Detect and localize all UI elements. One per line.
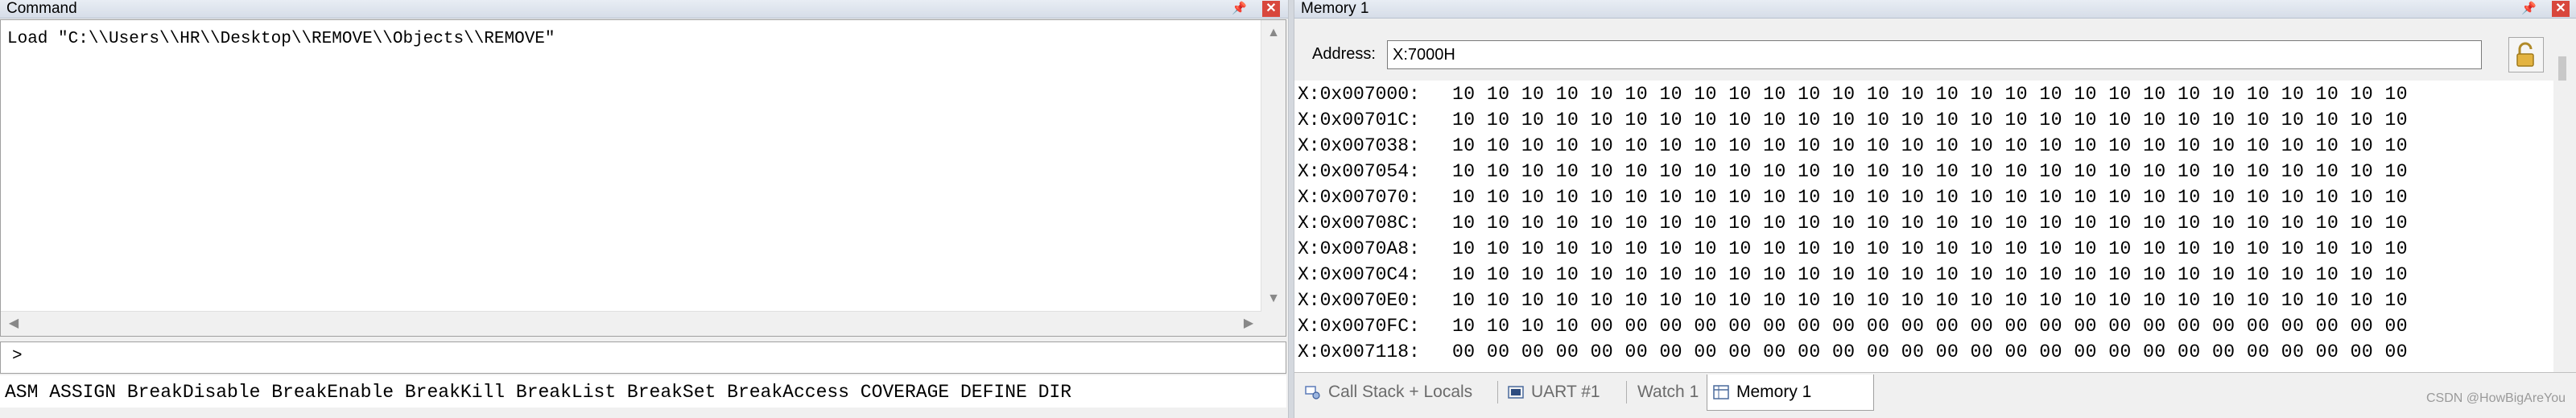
scroll-right-icon[interactable]: ▶: [1239, 314, 1258, 333]
memory-bytes[interactable]: 10 10 10 10 10 10 10 10 10 10 10 10 10 1…: [1452, 84, 2408, 105]
memory-address: X:0x007054:: [1298, 161, 1420, 182]
scroll-left-icon[interactable]: ◀: [4, 314, 23, 333]
horizontal-scrollbar[interactable]: ◀ ▶: [1, 311, 1261, 336]
memory-row: X:0x007038: 10 10 10 10 10 10 10 10 10 10…: [1294, 132, 2553, 158]
tab-call-stack[interactable]: Call Stack + Locals: [1299, 375, 1492, 410]
memory-icon: [1713, 385, 1729, 399]
memory-vertical-scrollbar[interactable]: [2555, 32, 2573, 370]
memory-row: X:0x00708C: 10 10 10 10 10 10 10 10 10 10…: [1294, 209, 2553, 235]
address-input[interactable]: [1387, 40, 2482, 69]
memory-title: Memory 1: [1301, 0, 1369, 17]
memory-address: X:0x007000:: [1298, 84, 1420, 105]
memory-address: X:0x0070A8:: [1298, 238, 1420, 259]
scroll-up-icon[interactable]: ▲: [1264, 23, 1283, 43]
command-titlebar: Command 📌 ✕: [0, 0, 1288, 19]
tab-separator: [1497, 381, 1498, 404]
memory-address: X:0x0070FC:: [1298, 316, 1420, 337]
memory-row: X:0x007070: 10 10 10 10 10 10 10 10 10 10…: [1294, 184, 2553, 209]
scroll-down-icon[interactable]: ▼: [1264, 289, 1283, 308]
memory-titlebar: Memory 1 📌 ✕: [1294, 0, 2576, 19]
memory-grid: X:0x007000: 10 10 10 10 10 10 10 10 10 10…: [1294, 81, 2553, 372]
command-output-text: Load "C:\\Users\\HR\\Desktop\\REMOVE\\Ob…: [7, 30, 555, 48]
bottom-tab-bar: Call Stack + Locals UART #1 Watch 1 Memo…: [1294, 372, 2576, 418]
memory-bytes[interactable]: 10 10 10 10 10 10 10 10 10 10 10 10 10 1…: [1452, 161, 2408, 182]
address-bar: Address:: [1294, 19, 2576, 77]
memory-bytes[interactable]: 10 10 10 10 10 10 10 10 10 10 10 10 10 1…: [1452, 238, 2408, 259]
memory-panel: Memory 1 📌 ✕ Address: X:0x007000: 10 10 1…: [1294, 0, 2576, 418]
pin-icon[interactable]: 📌: [2521, 2, 2537, 16]
memory-row: X:0x007054: 10 10 10 10 10 10 10 10 10 10…: [1294, 158, 2553, 184]
tab-label: Watch 1: [1637, 383, 1699, 401]
command-help-bar: ASM ASSIGN BreakDisable BreakEnable Brea…: [0, 375, 1286, 408]
command-help-text: ASM ASSIGN BreakDisable BreakEnable Brea…: [5, 382, 1072, 403]
lock-icon: [2516, 42, 2534, 67]
close-icon[interactable]: ✕: [1262, 1, 1280, 17]
memory-row: X:0x0070E0: 10 10 10 10 10 10 10 10 10 10…: [1294, 287, 2553, 312]
call-stack-icon: [1305, 386, 1320, 399]
scroll-corner: [1261, 312, 1286, 336]
memory-address: X:0x00708C:: [1298, 213, 1420, 234]
memory-row: X:0x007000: 10 10 10 10 10 10 10 10 10 10…: [1294, 81, 2553, 106]
scroll-thumb[interactable]: [2558, 56, 2566, 81]
tab-label: Call Stack + Locals: [1328, 383, 1473, 401]
memory-address: X:0x0070C4:: [1298, 264, 1420, 285]
memory-bytes[interactable]: 10 10 10 10 10 10 10 10 10 10 10 10 10 1…: [1452, 264, 2408, 285]
memory-bytes[interactable]: 10 10 10 10 10 10 10 10 10 10 10 10 10 1…: [1452, 110, 2408, 130]
command-prompt: >: [12, 347, 23, 366]
close-icon[interactable]: ✕: [2552, 1, 2570, 17]
tab-uart[interactable]: UART #1: [1502, 375, 1621, 410]
memory-row: X:0x0070A8: 10 10 10 10 10 10 10 10 10 10…: [1294, 235, 2553, 261]
memory-bytes[interactable]: 10 10 10 10 10 10 10 10 10 10 10 10 10 1…: [1452, 213, 2408, 234]
memory-bytes[interactable]: 00 00 00 00 00 00 00 00 00 00 00 00 00 0…: [1452, 341, 2408, 362]
command-input[interactable]: >: [0, 341, 1286, 374]
memory-bytes[interactable]: 10 10 10 10 10 10 10 10 10 10 10 10 10 1…: [1452, 135, 2408, 156]
memory-address: X:0x007038:: [1298, 135, 1420, 156]
memory-row: X:0x0070FC: 10 10 10 10 00 00 00 00 00 00…: [1294, 312, 2553, 338]
memory-bytes[interactable]: 10 10 10 10 10 10 10 10 10 10 10 10 10 1…: [1452, 290, 2408, 311]
watermark: CSDN @HowBigAreYou: [2426, 391, 2566, 405]
command-panel: Command 📌 ✕ Load "C:\\Users\\HR\\Desktop…: [0, 0, 1288, 418]
memory-address: X:0x0070E0:: [1298, 290, 1420, 311]
tab-label: Memory 1: [1736, 383, 1812, 401]
address-label: Address:: [1312, 45, 1376, 63]
memory-address: X:0x007118:: [1298, 341, 1420, 362]
uart-icon: [1508, 386, 1524, 399]
lock-button[interactable]: [2508, 37, 2544, 72]
memory-row: X:0x007118: 00 00 00 00 00 00 00 00 00 00…: [1294, 338, 2553, 364]
memory-row: X:0x0070C4: 10 10 10 10 10 10 10 10 10 10…: [1294, 261, 2553, 287]
pin-icon[interactable]: 📌: [1232, 2, 1247, 16]
memory-address: X:0x00701C:: [1298, 110, 1420, 130]
tab-label: UART #1: [1531, 383, 1600, 401]
memory-row: X:0x00701C: 10 10 10 10 10 10 10 10 10 10…: [1294, 106, 2553, 132]
vertical-scrollbar[interactable]: ▲ ▼: [1261, 20, 1286, 312]
memory-bytes[interactable]: 10 10 10 10 00 00 00 00 00 00 00 00 00 0…: [1452, 316, 2408, 337]
memory-bytes[interactable]: 10 10 10 10 10 10 10 10 10 10 10 10 10 1…: [1452, 187, 2408, 208]
panel-splitter[interactable]: [1288, 0, 1294, 418]
tab-memory[interactable]: Memory 1: [1707, 375, 1874, 411]
memory-address: X:0x007070:: [1298, 187, 1420, 208]
command-output: Load "C:\\Users\\HR\\Desktop\\REMOVE\\Ob…: [0, 19, 1286, 337]
command-title: Command: [6, 0, 77, 17]
tab-separator: [1626, 381, 1627, 404]
